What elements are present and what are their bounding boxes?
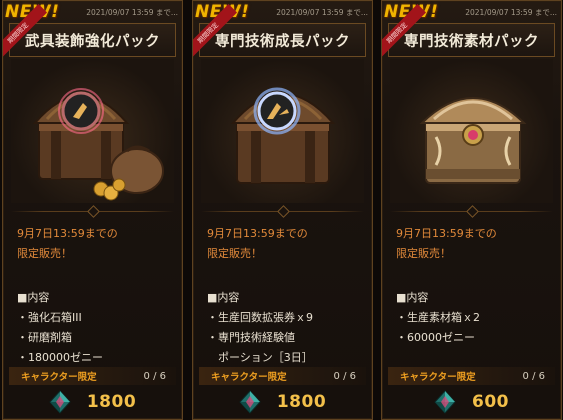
character-limit-label: キャラクター限定 (21, 372, 97, 383)
price-button[interactable]: 600 (388, 388, 555, 416)
content-item: ・生産回数拡張券ｘ9 (207, 311, 313, 324)
content-item: ・研磨剤箱 (17, 331, 72, 344)
divider (201, 205, 364, 218)
character-limit-bar: キャラクター限定 0 / 6 (388, 367, 555, 385)
content-item: ・180000ゼニー (17, 351, 103, 364)
contents-header: ■内容 (207, 291, 240, 304)
teal-gem-icon (49, 390, 71, 414)
price-value: 1800 (86, 392, 137, 412)
purchase-count: 0 / 6 (333, 370, 356, 382)
teal-gem-icon (239, 390, 261, 414)
sale-end-timestamp: 2021/09/07 13:59 まで... (276, 8, 368, 17)
sale-period-line: 9月7日13:59までの (396, 227, 497, 240)
sale-end-timestamp: 2021/09/07 13:59 まで... (465, 8, 557, 17)
price-button[interactable]: 1800 (9, 388, 176, 416)
divider (390, 205, 553, 218)
shop-card-skill-growth-pack[interactable]: NEW! 2021/09/07 13:59 まで... 期間限定 専門技術成長パ… (192, 0, 373, 420)
content-item: ・60000ゼニー (396, 331, 475, 344)
price-value: 600 (472, 392, 509, 412)
treasure-chest-with-coin-bag-icon (11, 59, 174, 203)
card-title: 専門技術成長パック (199, 23, 366, 57)
sale-limited-line: 限定販売！ (207, 247, 262, 260)
content-item: ・生産素材箱ｘ2 (396, 311, 480, 324)
teal-gem-icon (434, 390, 456, 414)
ornate-gold-chest-icon (390, 59, 553, 203)
contents-header: ■内容 (17, 291, 50, 304)
sale-limited-line: 限定販売！ (396, 247, 451, 260)
purchase-count: 0 / 6 (522, 370, 545, 382)
content-item: ・強化石箱III (17, 311, 82, 324)
divider (11, 205, 174, 218)
shop-card-skill-material-pack[interactable]: NEW! 2021/09/07 13:59 まで... 期間限定 専門技術素材パ… (381, 0, 562, 420)
card-title: 武具装飾強化パック (9, 23, 176, 57)
character-limit-bar: キャラクター限定 0 / 6 (199, 367, 366, 385)
price-button[interactable]: 1800 (199, 388, 366, 416)
character-limit-label: キャラクター限定 (400, 372, 476, 383)
content-item: ・専門技術経験値 (207, 331, 295, 344)
character-limit-bar: キャラクター限定 0 / 6 (9, 367, 176, 385)
content-item: ポーション［3日］ (207, 351, 313, 364)
sale-period-line: 9月7日13:59までの (17, 227, 118, 240)
contents-header: ■内容 (396, 291, 429, 304)
treasure-chest-blue-glow-icon (201, 59, 364, 203)
sale-limited-line: 限定販売！ (17, 247, 72, 260)
purchase-count: 0 / 6 (143, 370, 166, 382)
sale-period-line: 9月7日13:59までの (207, 227, 308, 240)
card-title: 専門技術素材パック (388, 23, 555, 57)
sale-end-timestamp: 2021/09/07 13:59 まで... (86, 8, 178, 17)
price-value: 1800 (276, 392, 327, 412)
shop-card-weapon-decoration-pack[interactable]: NEW! 2021/09/07 13:59 まで... 期間限定 武具装飾強化パ… (2, 0, 183, 420)
character-limit-label: キャラクター限定 (211, 372, 287, 383)
